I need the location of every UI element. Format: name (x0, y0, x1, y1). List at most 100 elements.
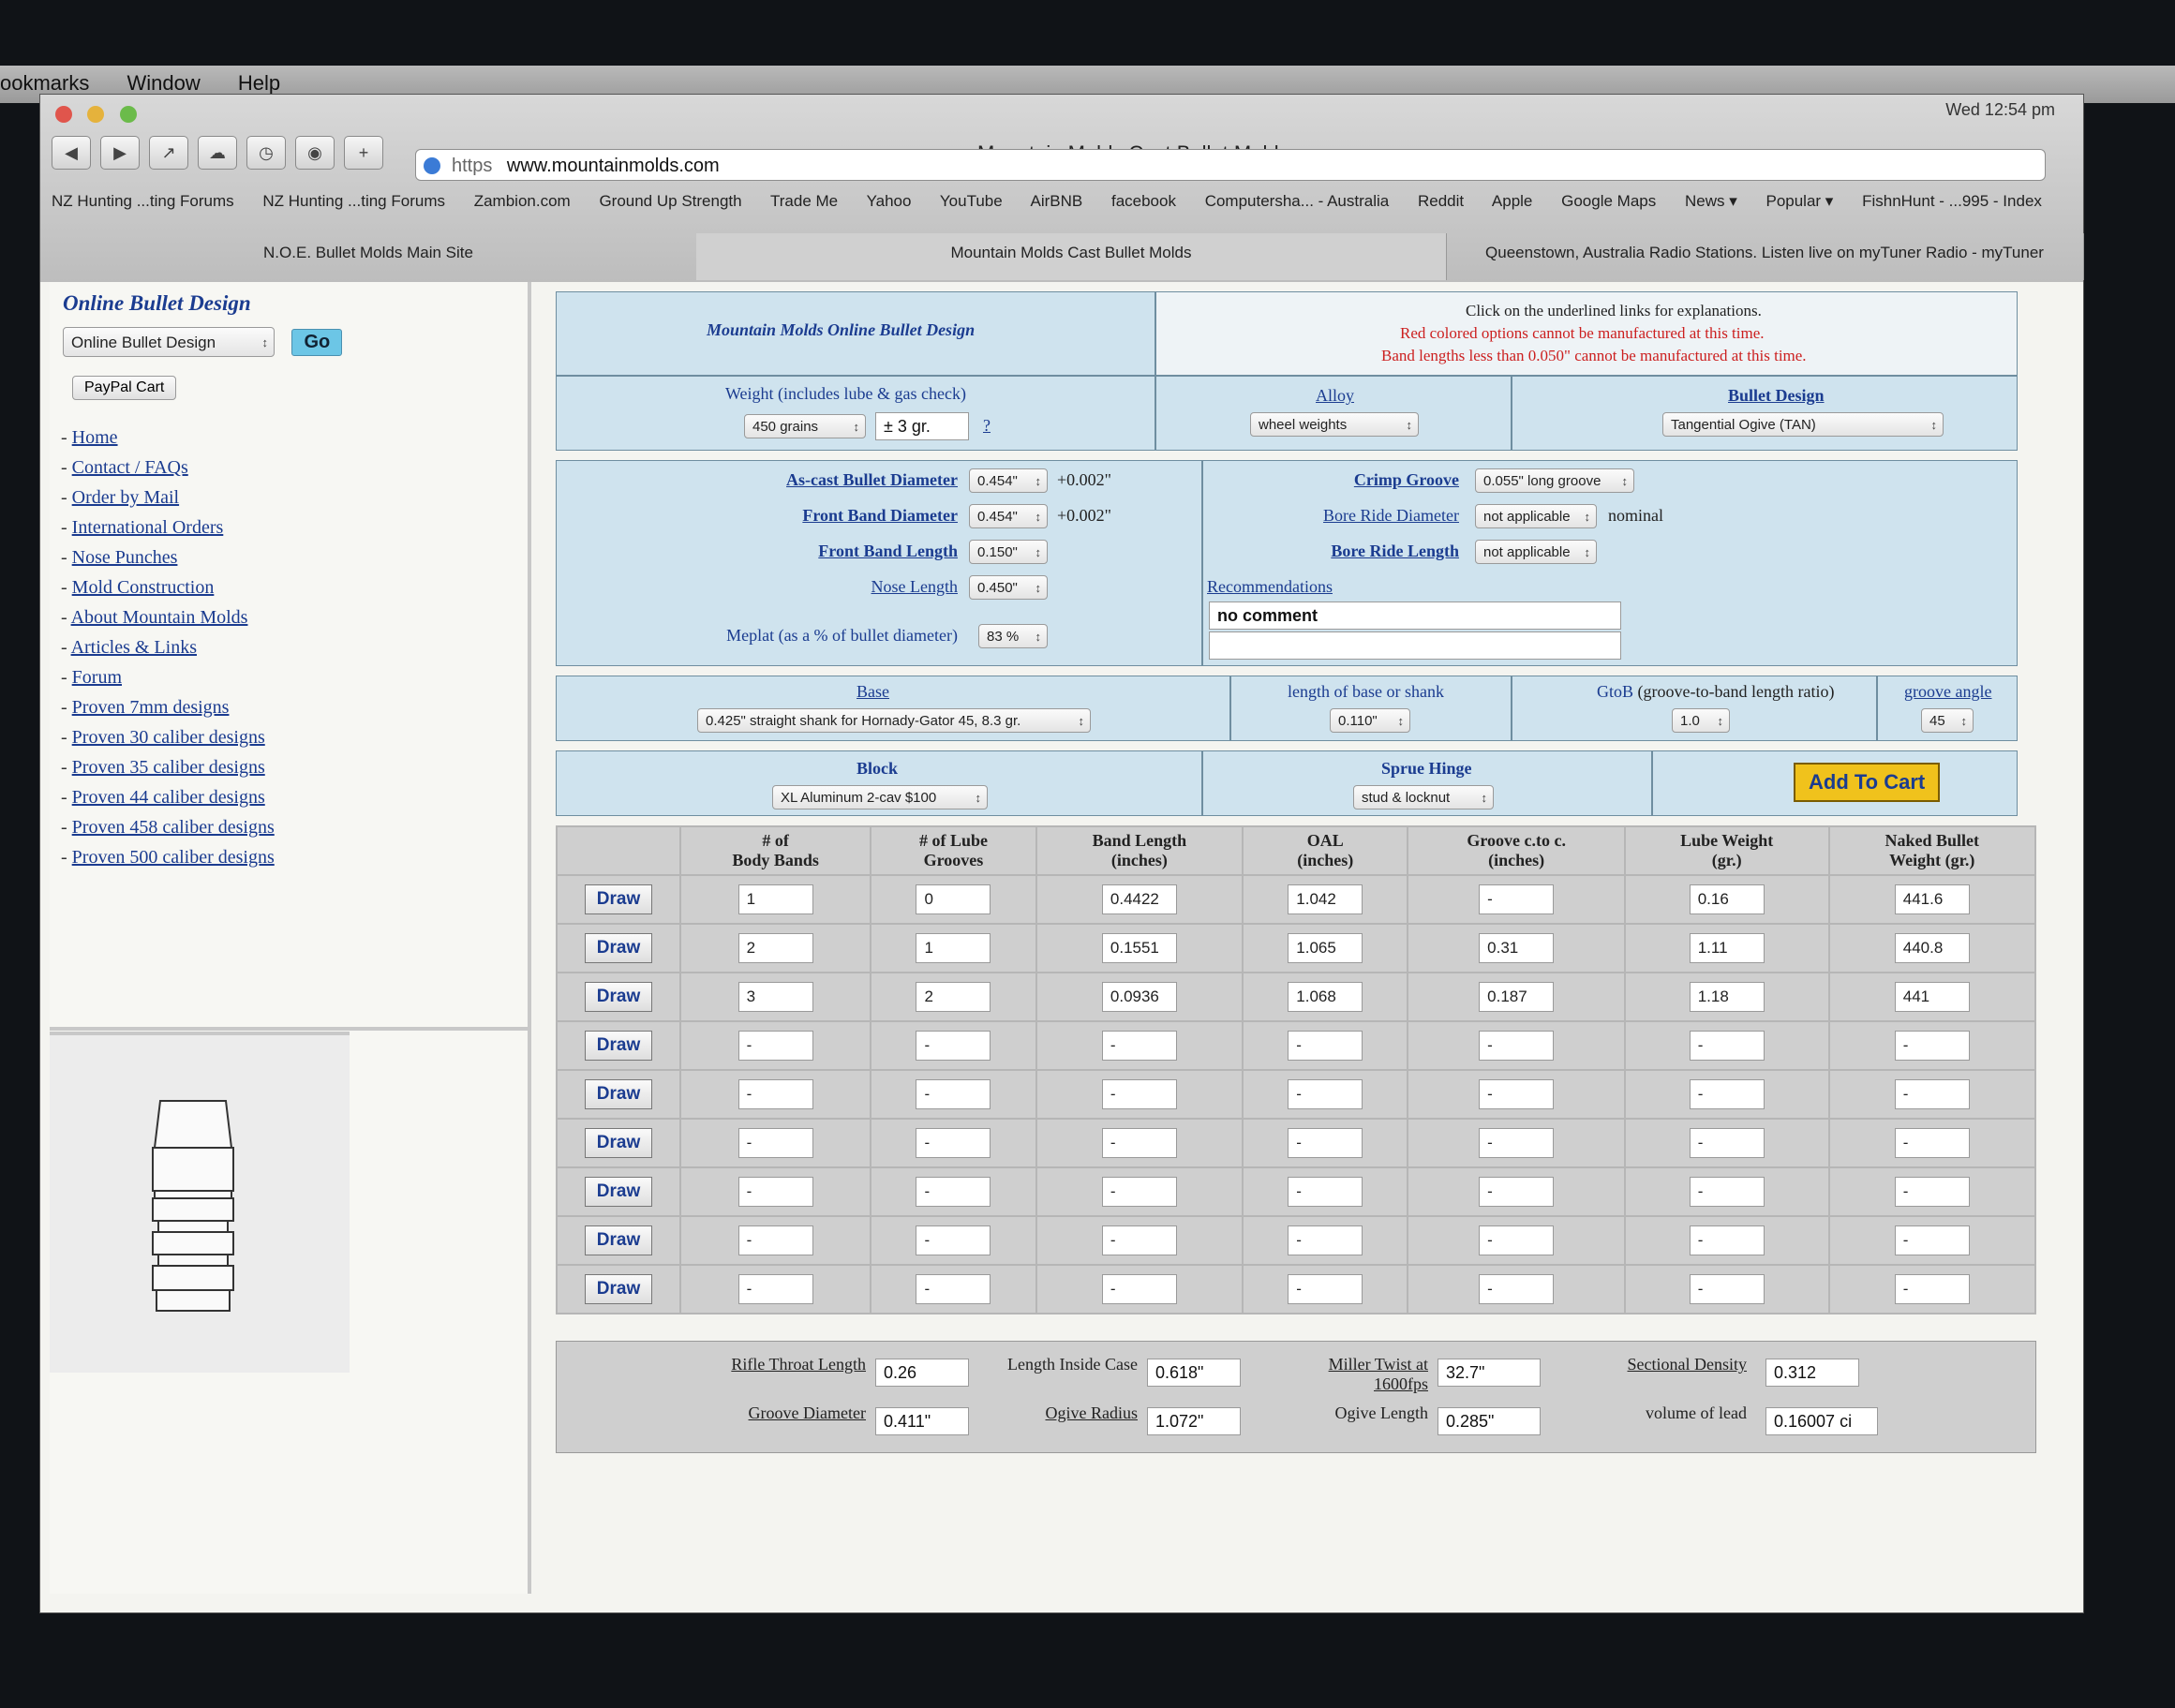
bookmark-item[interactable]: Trade Me (770, 192, 838, 210)
bookmark-item[interactable]: Ground Up Strength (599, 192, 741, 210)
bookmark-item[interactable]: Google Maps (1561, 192, 1656, 210)
bookmark-item[interactable]: YouTube (940, 192, 1003, 210)
zoom-icon[interactable] (119, 106, 137, 123)
frontband-select[interactable]: 0.454" (969, 504, 1048, 529)
forward-icon[interactable]: ▶ (100, 136, 140, 170)
meplat-link[interactable]: Meplat (726, 626, 774, 645)
groove-label[interactable]: Groove Diameter (678, 1404, 866, 1423)
nav-link-articles[interactable]: Articles & Links (71, 637, 197, 658)
nav-link-contact[interactable]: Contact / FAQs (72, 457, 188, 478)
draw-button[interactable]: Draw (584, 1031, 653, 1061)
bookmark-item[interactable]: Zambion.com (474, 192, 571, 210)
history-icon[interactable]: ◷ (246, 136, 286, 170)
angle-label[interactable]: groove angle (1904, 682, 1991, 702)
new-tab-icon[interactable]: + (344, 136, 383, 170)
draw-button[interactable]: Draw (584, 1225, 653, 1255)
menu-help[interactable]: Help (238, 71, 280, 95)
angle-select[interactable]: 45 (1921, 708, 1974, 734)
bookmark-item[interactable]: News ▾ (1685, 192, 1737, 210)
nav-link-458cal[interactable]: Proven 458 caliber designs (72, 817, 275, 838)
go-button[interactable]: Go (291, 329, 343, 356)
bookmark-item[interactable]: AirBNB (1031, 192, 1083, 210)
weight-select[interactable]: 450 grains (744, 414, 866, 439)
boreride-select[interactable]: not applicable (1475, 504, 1597, 529)
bookmark-item[interactable]: FishnHunt - ...995 - Index (1862, 192, 2042, 210)
ogive-label[interactable]: Ogive Radius (997, 1404, 1139, 1423)
nav-link-about[interactable]: About Mountain Molds (71, 607, 248, 628)
tab-noe[interactable]: N.O.E. Bullet Molds Main Site (40, 233, 697, 280)
frontlen-label[interactable]: Front Band Length (818, 542, 958, 561)
draw-button[interactable]: Draw (584, 1079, 653, 1109)
boreride-label[interactable]: Bore Ride Diameter (1323, 506, 1459, 526)
bookmark-item[interactable]: Reddit (1418, 192, 1464, 210)
nav-link-international[interactable]: International Orders (72, 517, 224, 538)
ascast-select[interactable]: 0.454" (969, 468, 1048, 494)
draw-button[interactable]: Draw (584, 884, 653, 914)
nav-link-forum[interactable]: Forum (72, 667, 122, 688)
bookmark-item[interactable]: NZ Hunting ...ting Forums (52, 192, 234, 210)
miller-label[interactable]: Miller Twist at 1600fps (1288, 1355, 1428, 1394)
cell-value: - (1101, 1225, 1177, 1255)
back-icon[interactable]: ◀ (52, 136, 91, 170)
bookmark-item[interactable]: Apple (1492, 192, 1532, 210)
ascast-label[interactable]: As-cast Bullet Diameter (786, 470, 958, 490)
add-to-cart-button[interactable]: Add To Cart (1794, 763, 1941, 802)
base-label[interactable]: Base (857, 682, 889, 702)
draw-button[interactable]: Draw (584, 1128, 653, 1158)
alloy-label[interactable]: Alloy (1316, 386, 1354, 406)
frontband-label[interactable]: Front Band Diameter (802, 506, 958, 526)
cloud-icon[interactable]: ☁ (198, 136, 237, 170)
throat-label[interactable]: Rifle Throat Length (678, 1355, 866, 1374)
menu-window[interactable]: Window (127, 71, 200, 95)
tab-radio[interactable]: Queenstown, Australia Radio Stations. Li… (1446, 233, 2084, 280)
meplat-select[interactable]: 83 % (978, 624, 1048, 649)
bookmark-item[interactable]: facebook (1111, 192, 1176, 210)
base-select[interactable]: 0.425" straight shank for Hornady-Gator … (697, 708, 1091, 734)
bullet-design-label[interactable]: Bullet Design (1728, 386, 1825, 406)
nav-link-mold-construction[interactable]: Mold Construction (72, 577, 215, 598)
tab-mountain-molds[interactable]: Mountain Molds Cast Bullet Molds (696, 233, 1447, 280)
crimp-label[interactable]: Crimp Groove (1354, 470, 1459, 490)
crimp-select[interactable]: 0.055" long groove (1475, 468, 1634, 494)
draw-button[interactable]: Draw (584, 1274, 653, 1304)
nose-label[interactable]: Nose Length (871, 577, 958, 597)
bookmark-item[interactable]: NZ Hunting ...ting Forums (262, 192, 445, 210)
nav-link-44cal[interactable]: Proven 44 caliber designs (72, 787, 265, 808)
nav-link-35cal[interactable]: Proven 35 caliber designs (72, 757, 265, 778)
nav-link-500cal[interactable]: Proven 500 caliber designs (72, 847, 275, 868)
close-icon[interactable] (55, 106, 72, 123)
nav-link-30cal[interactable]: Proven 30 caliber designs (72, 727, 265, 748)
bookmark-item[interactable]: Popular ▾ (1765, 192, 1833, 210)
gtob-link[interactable]: GtoB (1597, 682, 1633, 701)
base-length-select[interactable]: 0.110" (1330, 708, 1410, 734)
draw-button[interactable]: Draw (584, 1177, 653, 1207)
borelen-label[interactable]: Bore Ride Length (1331, 542, 1459, 561)
recommendations-label[interactable]: Recommendations (1207, 577, 1333, 597)
block-select[interactable]: XL Aluminum 2-cav $100 (772, 785, 988, 810)
cell-value: - (916, 1225, 991, 1255)
weight-help-link[interactable]: ? (983, 416, 991, 436)
bullet-design-select[interactable]: Tangential Ogive (TAN) (1662, 412, 1944, 438)
minimize-icon[interactable] (87, 106, 105, 123)
nav-link-home[interactable]: Home (72, 427, 118, 448)
address-bar[interactable]: https www.mountainmolds.com (415, 149, 2046, 181)
menu-bookmarks[interactable]: ookmarks (0, 71, 89, 95)
borelen-select[interactable]: not applicable (1475, 540, 1597, 565)
sd-label[interactable]: Sectional Density (1606, 1355, 1747, 1374)
draw-button[interactable]: Draw (584, 933, 653, 963)
frontlen-select[interactable]: 0.150" (969, 540, 1048, 565)
nav-link-order-by-mail[interactable]: Order by Mail (72, 487, 179, 508)
sprue-select[interactable]: stud & locknut (1353, 785, 1494, 810)
nav-link-7mm[interactable]: Proven 7mm designs (72, 697, 230, 718)
design-select[interactable]: Online Bullet Design (63, 327, 275, 358)
paypal-cart-button[interactable]: PayPal Cart (72, 376, 177, 400)
bookmark-item[interactable]: Computersha... - Australia (1205, 192, 1390, 210)
gtob-select[interactable]: 1.0 (1672, 708, 1730, 734)
nav-link-nose-punches[interactable]: Nose Punches (72, 547, 178, 568)
bookmark-item[interactable]: Yahoo (867, 192, 912, 210)
alloy-select[interactable]: wheel weights (1250, 412, 1419, 438)
share-icon[interactable]: ↗ (149, 136, 188, 170)
nose-select[interactable]: 0.450" (969, 575, 1048, 601)
extension-icon[interactable]: ◉ (295, 136, 335, 170)
draw-button[interactable]: Draw (584, 982, 653, 1012)
